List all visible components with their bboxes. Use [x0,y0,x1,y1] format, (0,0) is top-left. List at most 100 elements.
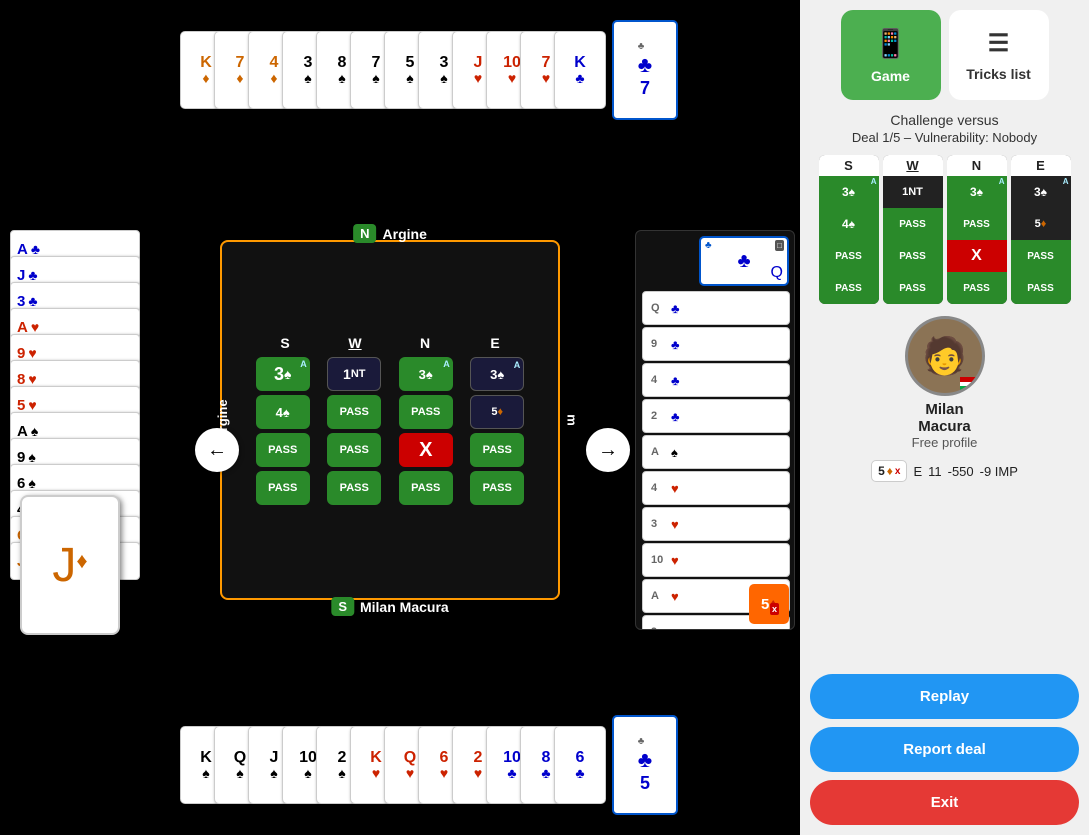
action-buttons: Replay Report deal Exit [810,674,1079,825]
e-bid-1: A 3♠ [470,357,524,391]
s-sum-3: PASS [819,240,879,272]
south-player-name: Milan Macura [360,599,449,615]
bidding-summary: S A3♠ 4♠ PASS PASS W 1NT PASS PASS PASS … [810,155,1079,304]
jack-of-diamonds: J ♦ [20,495,120,635]
w-sum-4: PASS [883,272,943,304]
profile-section: 🧑 Milan Macura Free profile [905,316,985,450]
replay-button[interactable]: Replay [810,674,1079,719]
e-bid-4: PASS [470,471,524,505]
north-label: N Argine [353,224,427,243]
south-dir-badge: S [331,597,354,616]
e-bids: A 3♠ 5♦ PASS PASS [467,357,527,505]
summary-n-col: N A3♠ PASS X PASS [947,155,1007,304]
n-bid-1: A 3♠ [399,357,453,391]
bids-container: A 3♠ 4♠ PASS PASS 1NT [250,357,530,505]
w-sum-3: PASS [883,240,943,272]
tab-game[interactable]: 📱 Game [841,10,941,100]
n-sum-4: PASS [947,272,1007,304]
e-bid-2: 5♦ [470,395,524,429]
w-bid-3: PASS [327,433,381,467]
trick-row-4: 2♣ [642,399,790,433]
trick-row-5: A♠ [642,435,790,469]
summary-n-header: N [947,155,1007,176]
w-sum-1: 1NT [883,176,943,208]
s-bid-2: 4♠ [256,395,310,429]
summary-w-header: W [883,155,943,176]
profile-name: Milan Macura [918,401,971,435]
n-header: N [395,335,455,351]
score-tricks: 11 [928,464,942,479]
summary-w-col: W 1NT PASS PASS PASS [883,155,943,304]
flag-czech [960,377,980,391]
s-sum-4: PASS [819,272,879,304]
nav-left-button[interactable]: ← [195,428,239,472]
s-bid-4: PASS [256,471,310,505]
bottom-card-13[interactable]: ♣ ♣ 5 [612,715,678,815]
e-sum-4: PASS [1011,272,1071,304]
top-card-12[interactable]: K♣ [554,31,606,109]
trick-row-1: Q♣ [642,291,790,325]
east-hand-pile: ♣ ♣ Q □ Q♣ 9♣ 4♣ 2♣ A♠ 4♥ 3♥ 10♥ A♥ 9♦ 8… [635,230,795,630]
s-bid-1: A 3♠ [256,357,310,391]
left-panel: K♦ 7♦ 4♦ 3♠ 8♠ 7♠ 5♠ 3♠ J♥ 10♥ 7♥ K♣ ♣ ♣… [0,0,800,835]
deal-info: Deal 1/5 – Vulnerability: Nobody [852,130,1037,145]
top-tabs: 📱 Game ☰ Tricks list [841,10,1049,100]
n-bids: A 3♠ PASS X PASS [396,357,456,505]
n-bid-2: PASS [399,395,453,429]
contract-badge: 5 ♦ x [871,460,907,482]
w-header: W [325,335,385,351]
n-sum-3: X [947,240,1007,272]
profile-sub: Free profile [912,435,978,450]
score-imp: -9 IMP [980,464,1018,479]
bidding-grid: S W N E A 3♠ 4♠ PASS [232,252,548,588]
bidding-header: S W N E [250,335,530,351]
summary-e-header: E [1011,155,1071,176]
w-bid-2: PASS [327,395,381,429]
summary-e-col: E A3♠ 5♦ PASS PASS [1011,155,1071,304]
game-icon: 📱 [873,27,908,60]
w-bids: 1NT PASS PASS PASS [324,357,384,505]
current-contract-badge: 5♦ x [749,584,789,624]
n-bid-3: X [399,433,453,467]
trick-row-8: 10♥ [642,543,790,577]
bottom-hand: K♠ Q♠ J♠ 10♠ 2♠ K♥ Q♥ 6♥ 2♥ 10♣ 8♣ 6♣ ♣ … [180,715,678,815]
s-bid-3: PASS [256,433,310,467]
trick-row-3: 4♣ [642,363,790,397]
avatar: 🧑 [905,316,985,396]
south-label: S Milan Macura [331,597,448,616]
w-sum-2: PASS [883,208,943,240]
e-bid-3: PASS [470,433,524,467]
nav-right-button[interactable]: → [586,428,630,472]
top-card-13[interactable]: ♣ ♣ 7 [612,20,678,120]
bidding-area: N Argine Argine m S Milan Macura S W N E [220,240,560,600]
n-sum-1: A3♠ [947,176,1007,208]
s-sum-2: 4♠ [819,208,879,240]
north-dir-badge: N [353,224,376,243]
contract-suit: ♦ [887,464,893,478]
north-player-name: Argine [383,226,427,242]
contract-doubled: x [895,466,901,477]
s-sum-1: A3♠ [819,176,879,208]
bottom-card-12[interactable]: 6♣ [554,726,606,804]
e-sum-3: PASS [1011,240,1071,272]
trick-pile-list: Q♣ 9♣ 4♣ 2♣ A♠ 4♥ 3♥ 10♥ A♥ 9♦ 8♦ 6♦ 5♦ … [636,291,794,630]
right-panel: 📱 Game ☰ Tricks list Challenge versus De… [800,0,1089,835]
summary-s-header: S [819,155,879,176]
e-sum-1: A3♠ [1011,176,1071,208]
score-row: 5 ♦ x E 11 -550 -9 IMP [871,460,1018,482]
report-deal-button[interactable]: Report deal [810,727,1079,772]
tab-tricks-label: Tricks list [966,66,1031,82]
tab-game-label: Game [871,68,910,84]
trick-display-card: ♣ ♣ Q □ [699,236,789,286]
s-bids: A 3♠ 4♠ PASS PASS [253,357,313,505]
trick-row-2: 9♣ [642,327,790,361]
top-hand: K♦ 7♦ 4♦ 3♠ 8♠ 7♠ 5♠ 3♠ J♥ 10♥ 7♥ K♣ ♣ ♣… [180,20,678,120]
e-sum-2: 5♦ [1011,208,1071,240]
score-direction: E [913,464,922,479]
trick-row-7: 3♥ [642,507,790,541]
east-label: m [565,414,580,426]
n-sum-2: PASS [947,208,1007,240]
n-bid-4: PASS [399,471,453,505]
exit-button[interactable]: Exit [810,780,1079,825]
tab-tricks-list[interactable]: ☰ Tricks list [949,10,1049,100]
